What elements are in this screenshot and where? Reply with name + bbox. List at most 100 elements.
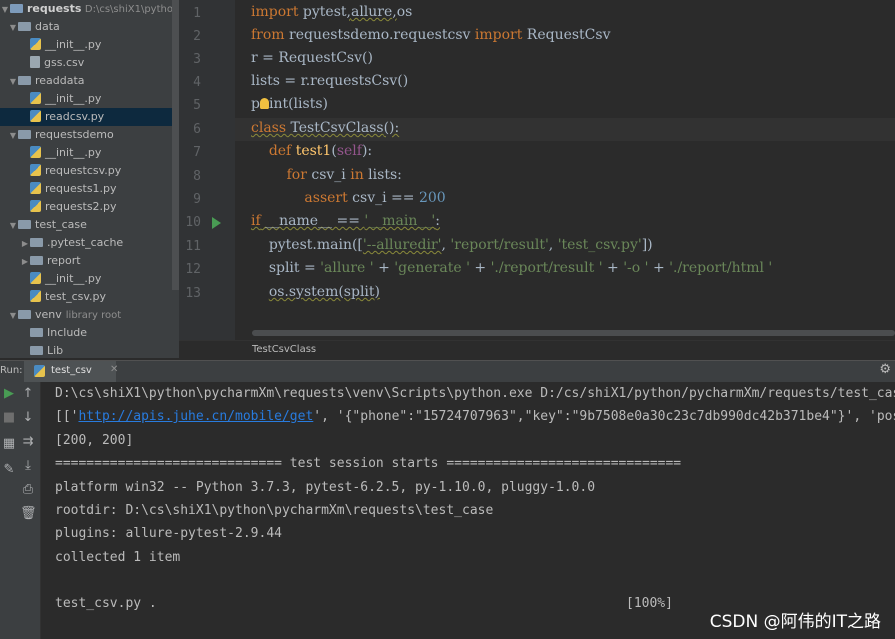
project-tree: ▼ requests D:\cs\shiX1\python\p ▼ data __in…: [0, 0, 179, 358]
editor-horizontal-scrollbar[interactable]: [252, 330, 895, 336]
code-line-5: p int(lists): [251, 96, 328, 112]
tree-item[interactable]: ▼ venv library root: [0, 306, 179, 324]
chevron-down-icon[interactable]: ▼: [8, 307, 18, 325]
python-file-icon: [30, 272, 41, 284]
tree-item-label: __init__.py: [45, 92, 102, 105]
line-number: 8: [193, 169, 201, 184]
console-line: platform win32 -- Python 3.7.3, pytest-6…: [55, 480, 596, 495]
console-line: collected 1 item: [55, 550, 181, 565]
python-file-icon: [30, 92, 41, 104]
editor-gutter: 1 2 3 4 5 6 7 8 9 10 11 12 13: [179, 0, 249, 340]
python-file-icon: [30, 200, 41, 212]
tree-scrollbar[interactable]: [172, 0, 179, 290]
python-file-icon: [34, 365, 45, 377]
folder-icon: [18, 310, 31, 319]
close-icon[interactable]: ✕: [110, 364, 118, 375]
run-tab-label: test_csv: [51, 365, 92, 376]
print-icon[interactable]: ⎙: [20, 482, 36, 497]
tree-item[interactable]: requestcsv.py: [0, 162, 179, 180]
console-line: [200, 200]: [55, 433, 134, 448]
code-line-13: os.system(split): [268, 284, 380, 300]
tree-item[interactable]: ▼ requestsdemo: [0, 126, 179, 144]
code-line-1: import pytest,allure,os: [251, 4, 413, 20]
tree-item[interactable]: ▼ data: [0, 18, 179, 36]
lightbulb-icon[interactable]: [259, 98, 269, 109]
tree-item[interactable]: __init__.py: [0, 90, 179, 108]
tree-item[interactable]: __init__.py: [0, 270, 179, 288]
tree-root[interactable]: ▼ requests D:\cs\shiX1\python\p: [0, 0, 179, 18]
tree-item-label: Include: [47, 326, 88, 339]
line-number: 9: [193, 192, 201, 207]
console-line: plugins: allure-pytest-2.9.44: [55, 526, 282, 541]
folder-icon: [18, 130, 31, 139]
soft-wrap-icon[interactable]: ⇉: [20, 434, 36, 449]
tree-item[interactable]: Lib: [0, 342, 179, 358]
gear-icon[interactable]: ⚙: [879, 362, 891, 377]
tree-item-label: requestsdemo: [35, 128, 114, 141]
code-line-3: r = RequestCsv(): [251, 50, 373, 66]
tree-item[interactable]: ▼ readdata: [0, 72, 179, 90]
scroll-to-end-icon[interactable]: ⤓: [20, 458, 36, 473]
arrow-down-icon[interactable]: ↓: [20, 410, 36, 425]
tree-item-label: requests2.py: [45, 200, 117, 213]
tree-item[interactable]: ▶ .pytest_cache: [0, 234, 179, 252]
code-editor[interactable]: import pytest,allure,os from requestsdem…: [235, 0, 895, 340]
run-gutter-icon[interactable]: [212, 217, 221, 229]
tab-test-csv[interactable]: test_csv ✕: [24, 361, 118, 382]
tree-item-note: library root: [65, 310, 122, 321]
stop-icon[interactable]: ■: [1, 410, 17, 425]
tree-item-label: __init__.py: [45, 146, 102, 159]
chevron-down-icon[interactable]: ▼: [8, 73, 18, 91]
tree-root-path: D:\cs\shiX1\python\p: [84, 4, 179, 15]
tree-item-label: readcsv.py: [45, 110, 105, 123]
tree-item[interactable]: ▼ test_case: [0, 216, 179, 234]
tree-item[interactable]: ▶ report: [0, 252, 179, 270]
tree-item-label: report: [47, 254, 81, 267]
folder-icon: [30, 346, 43, 355]
trash-icon[interactable]: 🗑: [20, 506, 37, 521]
tree-item[interactable]: __init__.py: [0, 144, 179, 162]
console-line: test_csv.py .: [55, 596, 157, 611]
breadcrumb[interactable]: TestCsvClass: [179, 340, 895, 359]
chevron-down-icon[interactable]: ▼: [8, 217, 18, 235]
pin-icon[interactable]: ✎: [1, 462, 17, 477]
tree-item-label: readdata: [35, 74, 85, 87]
tree-item[interactable]: requests2.py: [0, 198, 179, 216]
tree-item[interactable]: gss.csv: [0, 54, 179, 72]
line-number: 6: [193, 122, 201, 137]
line-number: 3: [193, 52, 201, 67]
tree-item[interactable]: __init__.py: [0, 36, 179, 54]
tree-item-label: data: [35, 20, 60, 33]
folder-icon: [18, 220, 31, 229]
tree-item[interactable]: requests1.py: [0, 180, 179, 198]
code-line-2: from requestsdemo.requestcsv import Requ…: [251, 27, 611, 43]
console-line: ============================= test sessi…: [55, 456, 682, 471]
rerun-icon[interactable]: ▶: [1, 386, 17, 401]
python-file-icon: [30, 110, 41, 122]
console-line: rootdir: D:\cs\shiX1\python\pycharmXm\re…: [55, 503, 494, 518]
line-number: 7: [193, 145, 201, 160]
chevron-down-icon[interactable]: ▼: [0, 1, 10, 19]
chevron-right-icon[interactable]: ▶: [20, 253, 30, 271]
line-number: 5: [193, 98, 201, 113]
layout-icon[interactable]: ▦: [1, 436, 17, 451]
python-file-icon: [30, 290, 41, 302]
console-output[interactable]: D:\cs\shiX1\python\pycharmXm\requests\ve…: [41, 382, 895, 639]
arrow-up-icon[interactable]: ↑: [20, 386, 36, 401]
console-link[interactable]: http://apis.juhe.cn/mobile/get: [78, 409, 313, 424]
chevron-down-icon[interactable]: ▼: [8, 127, 18, 145]
code-line-6: class TestCsvClass():: [251, 120, 400, 136]
chevron-right-icon[interactable]: ▶: [20, 235, 30, 253]
folder-icon: [10, 4, 23, 13]
tree-item[interactable]: Include: [0, 324, 179, 342]
chevron-down-icon[interactable]: ▼: [8, 19, 18, 37]
tree-item-label: gss.csv: [44, 56, 85, 69]
tree-item[interactable]: readcsv.py: [0, 108, 179, 126]
tree-item-label: requests1.py: [45, 182, 117, 195]
console-line: D:\cs\shiX1\python\pycharmXm\requests\ve…: [55, 386, 895, 401]
tree-item-label: .pytest_cache: [47, 236, 124, 249]
line-number: 2: [193, 29, 201, 44]
line-number: 12: [185, 262, 201, 277]
tree-item[interactable]: test_csv.py: [0, 288, 179, 306]
breadcrumb-item[interactable]: TestCsvClass: [252, 344, 316, 355]
